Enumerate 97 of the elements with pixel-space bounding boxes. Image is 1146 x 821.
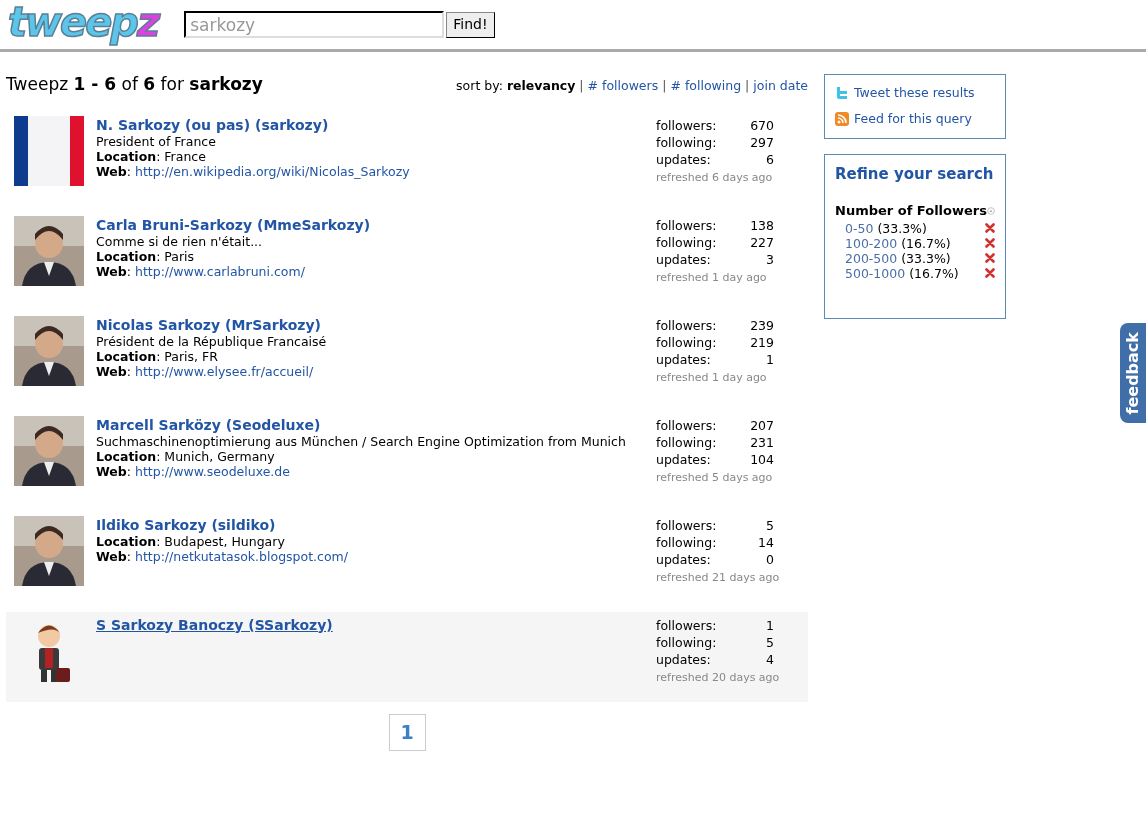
web-label: Web: <box>96 463 131 479</box>
facet-share: (33.3%) <box>901 250 951 266</box>
remove-icon[interactable] <box>985 223 995 233</box>
stat-label: updates: <box>656 350 711 368</box>
stat-value: 3 <box>766 250 774 268</box>
stat-value: 138 <box>750 216 774 234</box>
web-link[interactable]: http://netkutatasok.blogspot.com/ <box>135 548 348 564</box>
remove-icon[interactable] <box>985 253 995 263</box>
stat-label: followers: <box>656 516 717 534</box>
stat-value: 0 <box>766 550 774 568</box>
refreshed-note: refreshed 20 days ago <box>656 670 780 684</box>
stat-label: following: <box>656 633 717 651</box>
facet-range-link[interactable]: 500-1000 <box>845 265 906 281</box>
find-button[interactable]: Find! <box>446 11 495 38</box>
refreshed-note: refreshed 21 days ago <box>656 570 780 584</box>
stat-value: 231 <box>750 433 774 451</box>
user-name-link[interactable]: Ildiko Sarkozy (sildiko) <box>96 515 656 534</box>
facet-range-link[interactable]: 100-200 <box>845 235 898 251</box>
stat-label: updates: <box>656 250 711 268</box>
user-location: Location: Paris <box>96 248 196 264</box>
facet-heading: Number of Followers <box>835 202 987 220</box>
rss-icon <box>835 112 849 127</box>
stat-value: 14 <box>758 533 774 551</box>
refreshed-note: refreshed 5 days ago <box>656 470 773 484</box>
refreshed-note: refreshed 1 day ago <box>656 370 767 384</box>
stat-label: updates: <box>656 450 711 468</box>
refine-title: Refine your search <box>835 163 995 185</box>
user-location: Location: France <box>96 148 207 164</box>
stat-label: followers: <box>656 616 717 634</box>
user-name-link[interactable]: N. Sarkozy (ou pas) (sarkozy) <box>96 115 656 134</box>
separator: | <box>662 77 667 95</box>
facet-share: (16.7%) <box>901 235 951 251</box>
stat-value: 239 <box>750 316 774 334</box>
web-label: Web: <box>96 548 131 564</box>
tweet-link[interactable]: Tweet these results <box>835 84 995 103</box>
user-name-link[interactable]: Marcell Sarközy (Seodeluxe) <box>96 415 656 434</box>
sort-option[interactable]: join date <box>753 77 808 96</box>
sort-option[interactable]: # following <box>670 77 742 96</box>
user-location: Location: Munich, Germany <box>96 448 276 464</box>
stat-value: 227 <box>750 233 774 251</box>
stat-value: 5 <box>766 633 774 651</box>
web-label: Web: <box>96 363 131 379</box>
stat-value: 104 <box>750 450 774 468</box>
facet-range-link[interactable]: 200-500 <box>845 250 898 266</box>
results-summary: Tweepz 1 - 6 of 6 for sarkozy <box>6 73 263 96</box>
stat-value: 219 <box>750 333 774 351</box>
user-location: Location: Budapest, Hungary <box>96 533 286 549</box>
user-bio: President of France <box>96 133 217 149</box>
remove-icon[interactable] <box>985 268 995 278</box>
separator: | <box>745 77 750 95</box>
stat-value: 5 <box>766 516 774 534</box>
stat-label: updates: <box>656 650 711 668</box>
page-link[interactable]: 1 <box>388 713 426 751</box>
facet-share: (16.7%) <box>909 265 959 281</box>
sort-option[interactable]: relevancy <box>506 77 576 96</box>
web-link[interactable]: http://www.elysee.fr/accueil/ <box>135 363 314 379</box>
sort-option[interactable]: # followers <box>587 77 659 96</box>
stat-value: 1 <box>766 616 774 634</box>
feed-link[interactable]: Feed for this query <box>835 109 995 129</box>
feedback-tab[interactable]: feedback <box>1120 323 1146 423</box>
stat-label: followers: <box>656 116 717 134</box>
facet-range-link[interactable]: 0-50 <box>845 220 874 236</box>
user-name-link[interactable]: Nicolas Sarkozy (MrSarkozy) <box>96 315 656 334</box>
refreshed-note: refreshed 6 days ago <box>656 170 773 184</box>
stat-value: 297 <box>750 133 774 151</box>
stat-label: following: <box>656 433 717 451</box>
web-link[interactable]: http://www.seodeluxe.de <box>135 463 290 479</box>
stat-label: following: <box>656 333 717 351</box>
separator: | <box>579 77 584 95</box>
user-bio: Suchmaschinenoptimierung aus München / Search Engine Optimization from Munich <box>96 433 627 449</box>
sort-label: sort by: <box>456 77 503 95</box>
web-label: Web: <box>96 263 131 279</box>
stat-label: following: <box>656 133 717 151</box>
user-bio: Président de la République Francaisé <box>96 333 328 349</box>
stat-label: following: <box>656 533 717 551</box>
facet-share: (33.3%) <box>877 220 927 236</box>
stat-value: 6 <box>766 150 774 168</box>
user-name-link[interactable]: Carla Bruni-Sarkozy (MmeSarkozy) <box>96 215 656 234</box>
stat-label: followers: <box>656 416 717 434</box>
stat-value: 207 <box>750 416 774 434</box>
web-label: Web: <box>96 163 131 179</box>
web-link[interactable]: http://www.carlabruni.com/ <box>135 263 305 279</box>
web-link[interactable]: http://en.wikipedia.org/wiki/Nicolas_Sarkozy <box>135 163 410 179</box>
stat-label: following: <box>656 233 717 251</box>
stat-value: 1 <box>766 350 774 368</box>
stat-label: updates: <box>656 550 711 568</box>
refreshed-note: refreshed 1 day ago <box>656 270 767 284</box>
stat-value: 4 <box>766 650 774 668</box>
bird-icon <box>835 86 849 101</box>
user-bio: Comme si de rien n'était... <box>96 233 264 249</box>
stat-label: followers: <box>656 216 717 234</box>
stat-label: followers: <box>656 316 717 334</box>
user-location: Location: Paris, FR <box>96 348 218 364</box>
stat-label: updates: <box>656 150 711 168</box>
stat-value: 670 <box>750 116 774 134</box>
user-name-link[interactable]: S Sarkozy Banoczy (SSarkozy) <box>96 615 656 634</box>
remove-icon[interactable] <box>985 238 995 248</box>
